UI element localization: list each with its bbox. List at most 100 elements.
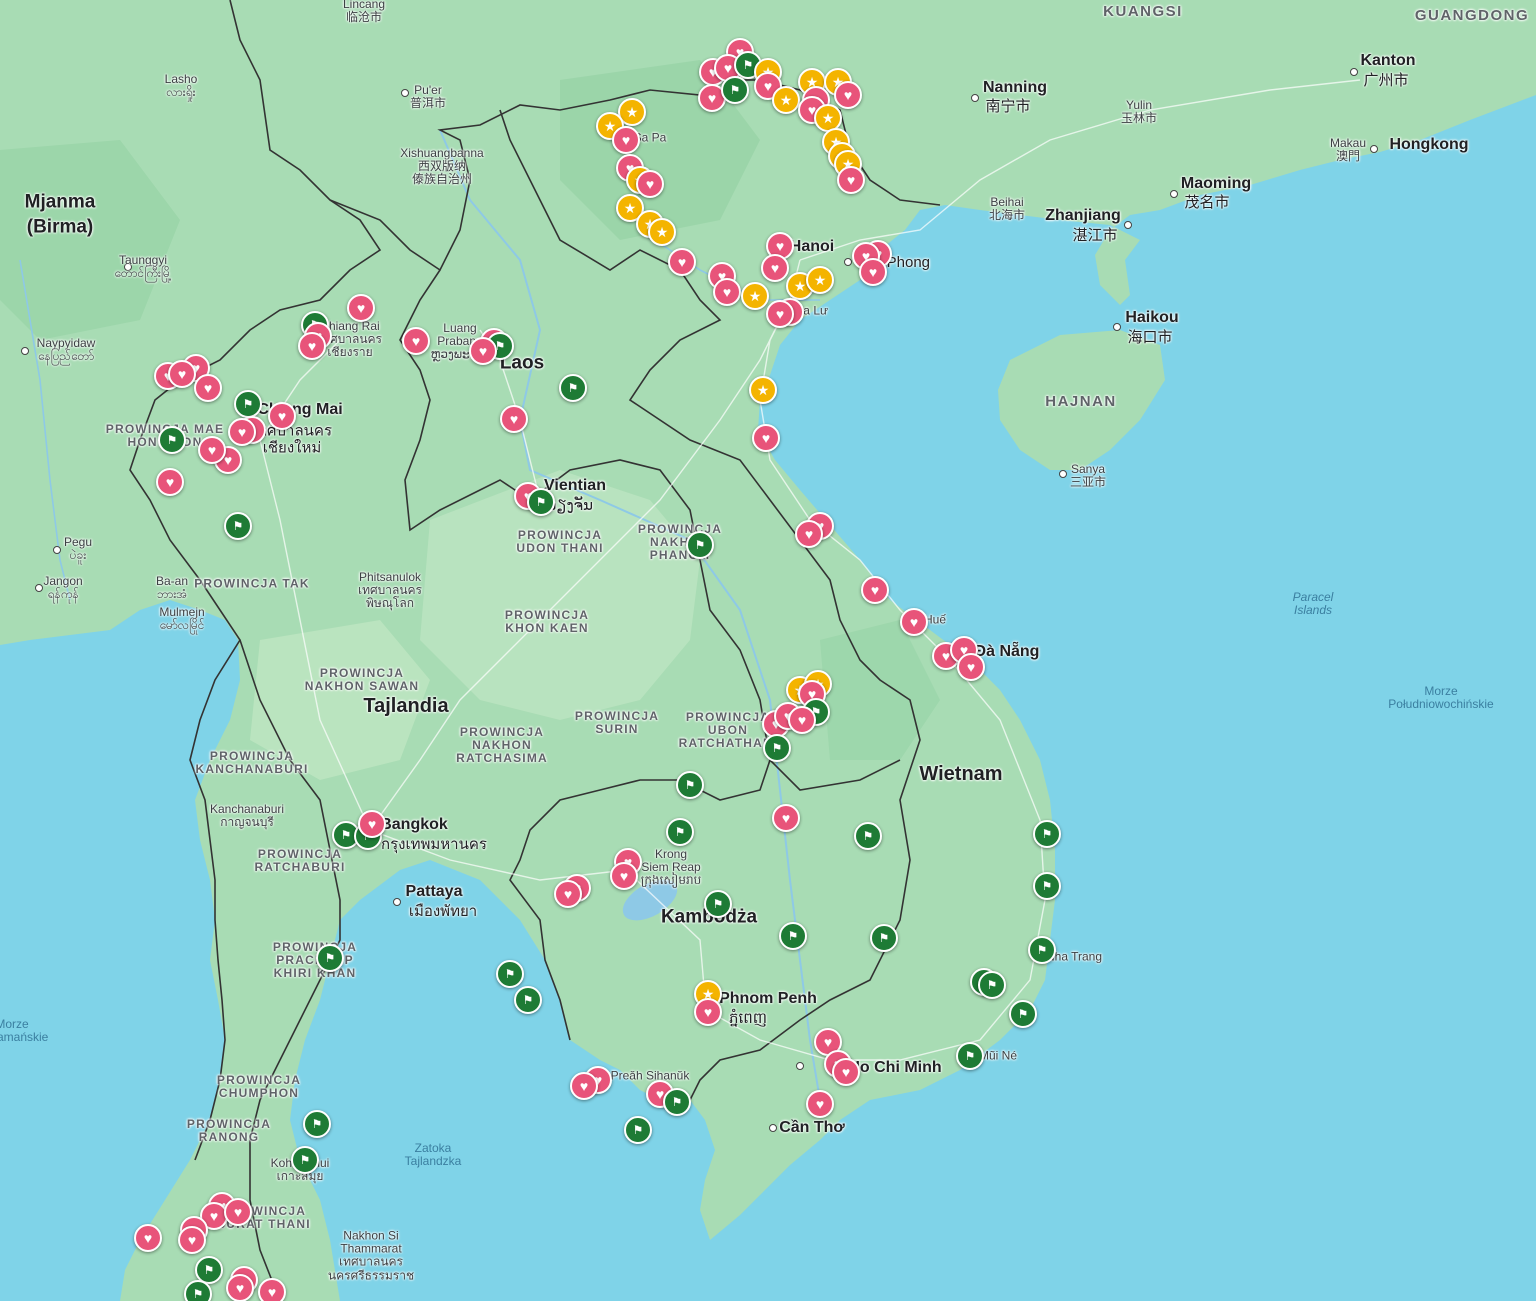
label-city-nanning-cn[interactable]: 南宁市 [985, 98, 1030, 116]
label-city-bangkok-th[interactable]: กรุงเทพมหานคร [381, 836, 487, 854]
want-to-go-flag-icon[interactable]: ⚑ [956, 1042, 984, 1070]
saved-place-heart-icon[interactable]: ♥ [298, 332, 326, 360]
label-city-phnompenh[interactable]: Phnom Penh [719, 990, 817, 1008]
saved-place-heart-icon[interactable]: ♥ [156, 468, 184, 496]
label-city-lasho[interactable]: Lasho လားရှိုး [165, 72, 198, 99]
label-city-puer[interactable]: Pu'er 普洱市 [410, 83, 446, 110]
want-to-go-flag-icon[interactable]: ⚑ [1009, 1000, 1037, 1028]
saved-place-heart-icon[interactable]: ♥ [226, 1274, 254, 1301]
label-city-sanya[interactable]: Sanya 三亚市 [1070, 462, 1106, 489]
want-to-go-flag-icon[interactable]: ⚑ [704, 890, 732, 918]
want-to-go-flag-icon[interactable]: ⚑ [184, 1280, 212, 1301]
label-city-muine[interactable]: Mũi Né [979, 1049, 1017, 1062]
label-city-hanoi[interactable]: Hanoi [790, 238, 834, 256]
map-view[interactable]: Mjanma (Birma) Laos Tajlandia Wietnam Kambodż… [0, 0, 1536, 1301]
want-to-go-flag-icon[interactable]: ⚑ [779, 922, 807, 950]
starred-place-star-icon[interactable]: ★ [741, 282, 769, 310]
saved-place-heart-icon[interactable]: ♥ [258, 1278, 286, 1301]
saved-place-heart-icon[interactable]: ♥ [957, 653, 985, 681]
starred-place-star-icon[interactable]: ★ [749, 376, 777, 404]
saved-place-heart-icon[interactable]: ♥ [832, 1058, 860, 1086]
saved-place-heart-icon[interactable]: ♥ [194, 374, 222, 402]
saved-place-heart-icon[interactable]: ♥ [668, 248, 696, 276]
saved-place-heart-icon[interactable]: ♥ [469, 337, 497, 365]
label-city-pattaya-th[interactable]: เมืองพัทยา [409, 903, 477, 921]
saved-place-heart-icon[interactable]: ♥ [347, 294, 375, 322]
label-city-xishuang[interactable]: Xishuangbanna 西双版纳 傣族自治州 [400, 147, 483, 187]
saved-place-heart-icon[interactable]: ♥ [570, 1072, 598, 1100]
label-city-jangon[interactable]: Jangon ရန်ကုန် [43, 574, 82, 601]
want-to-go-flag-icon[interactable]: ⚑ [663, 1088, 691, 1116]
saved-place-heart-icon[interactable]: ♥ [612, 126, 640, 154]
label-city-haikou[interactable]: Haikou [1125, 309, 1178, 327]
label-city-lincang[interactable]: Lincang 临沧市 [343, 0, 385, 24]
label-city-siemreap[interactable]: Krong Siem Reap ក្រុងសៀមរាប [641, 848, 701, 888]
label-city-zhanjiang[interactable]: Zhanjiang [1045, 207, 1121, 225]
label-city-mulmejn[interactable]: Mulmejn မော်လမြိုင် [159, 605, 204, 632]
saved-place-heart-icon[interactable]: ♥ [713, 278, 741, 306]
want-to-go-flag-icon[interactable]: ⚑ [514, 986, 542, 1014]
want-to-go-flag-icon[interactable]: ⚑ [158, 426, 186, 454]
saved-place-heart-icon[interactable]: ♥ [224, 1198, 252, 1226]
want-to-go-flag-icon[interactable]: ⚑ [303, 1110, 331, 1138]
label-city-nakhon-si[interactable]: Nakhon Si Thammarat เทศบาลนคร นครศรีธรรม… [328, 1229, 414, 1283]
saved-place-heart-icon[interactable]: ♥ [636, 170, 664, 198]
want-to-go-flag-icon[interactable]: ⚑ [978, 971, 1006, 999]
saved-place-heart-icon[interactable]: ♥ [837, 166, 865, 194]
want-to-go-flag-icon[interactable]: ⚑ [854, 822, 882, 850]
want-to-go-flag-icon[interactable]: ⚑ [234, 390, 262, 418]
label-city-cantho[interactable]: Cần Thơ [779, 1119, 845, 1137]
label-city-pegu[interactable]: Pegu ပဲခူး [64, 535, 92, 562]
label-city-yulin[interactable]: Yulin 玉林市 [1121, 98, 1157, 125]
saved-place-heart-icon[interactable]: ♥ [402, 327, 430, 355]
label-city-taunggyi[interactable]: Taunggyi တောင်ကြီးမြို့ [114, 253, 171, 280]
label-city-hongkong[interactable]: Hongkong [1389, 136, 1468, 154]
label-city-zhanjiang-cn[interactable]: 湛江市 [1072, 227, 1117, 245]
label-city-haikou-cn[interactable]: 海口市 [1127, 329, 1172, 347]
want-to-go-flag-icon[interactable]: ⚑ [316, 944, 344, 972]
want-to-go-flag-icon[interactable]: ⚑ [224, 512, 252, 540]
label-city-danang[interactable]: Đà Nẵng [975, 643, 1040, 661]
starred-place-star-icon[interactable]: ★ [806, 266, 834, 294]
saved-place-heart-icon[interactable]: ♥ [358, 810, 386, 838]
want-to-go-flag-icon[interactable]: ⚑ [870, 924, 898, 952]
saved-place-heart-icon[interactable]: ♥ [168, 360, 196, 388]
label-city-phitsanulok[interactable]: Phitsanulok เทศบาลนคร พิษณุโลก [358, 571, 422, 611]
want-to-go-flag-icon[interactable]: ⚑ [559, 374, 587, 402]
label-city-baan[interactable]: Ba-an ဘားအံ [156, 574, 188, 601]
saved-place-heart-icon[interactable]: ♥ [198, 436, 226, 464]
want-to-go-flag-icon[interactable]: ⚑ [721, 76, 749, 104]
label-city-naypyidaw[interactable]: Naypyidaw နေပြည်တော် [37, 336, 96, 363]
starred-place-star-icon[interactable]: ★ [772, 86, 800, 114]
label-city-hcm[interactable]: Ho Chi Minh [848, 1059, 941, 1077]
want-to-go-flag-icon[interactable]: ⚑ [1033, 820, 1061, 848]
saved-place-heart-icon[interactable]: ♥ [268, 402, 296, 430]
want-to-go-flag-icon[interactable]: ⚑ [676, 771, 704, 799]
saved-place-heart-icon[interactable]: ♥ [752, 424, 780, 452]
want-to-go-flag-icon[interactable]: ⚑ [624, 1116, 652, 1144]
saved-place-heart-icon[interactable]: ♥ [806, 1090, 834, 1118]
label-city-pattaya[interactable]: Pattaya [406, 883, 463, 901]
want-to-go-flag-icon[interactable]: ⚑ [763, 734, 791, 762]
label-city-kanton[interactable]: Kanton [1360, 52, 1415, 70]
saved-place-heart-icon[interactable]: ♥ [861, 576, 889, 604]
saved-place-heart-icon[interactable]: ♥ [694, 998, 722, 1026]
want-to-go-flag-icon[interactable]: ⚑ [1033, 872, 1061, 900]
want-to-go-flag-icon[interactable]: ⚑ [527, 488, 555, 516]
want-to-go-flag-icon[interactable]: ⚑ [291, 1146, 319, 1174]
label-city-kanton-cn[interactable]: 广州市 [1363, 72, 1408, 90]
label-city-bangkok[interactable]: Bangkok [380, 816, 448, 834]
label-city-kanchanaburi[interactable]: Kanchanaburi กาญจนบุรี [210, 802, 284, 829]
want-to-go-flag-icon[interactable]: ⚑ [1028, 936, 1056, 964]
saved-place-heart-icon[interactable]: ♥ [834, 81, 862, 109]
label-city-vientiane[interactable]: Vientian [544, 477, 606, 495]
label-city-maoming[interactable]: Maoming [1181, 175, 1251, 193]
label-city-makau[interactable]: Makau 澳門 [1330, 136, 1366, 163]
want-to-go-flag-icon[interactable]: ⚑ [686, 531, 714, 559]
label-city-nanning[interactable]: Nanning [983, 79, 1047, 97]
label-city-beihai[interactable]: Beihai 北海市 [989, 195, 1025, 222]
saved-place-heart-icon[interactable]: ♥ [134, 1224, 162, 1252]
saved-place-heart-icon[interactable]: ♥ [500, 405, 528, 433]
label-city-sihanouk[interactable]: Preăh Sihanŭk [611, 1069, 690, 1082]
label-city-phnompenh-km[interactable]: ភ្នំពេញ [729, 1010, 767, 1028]
